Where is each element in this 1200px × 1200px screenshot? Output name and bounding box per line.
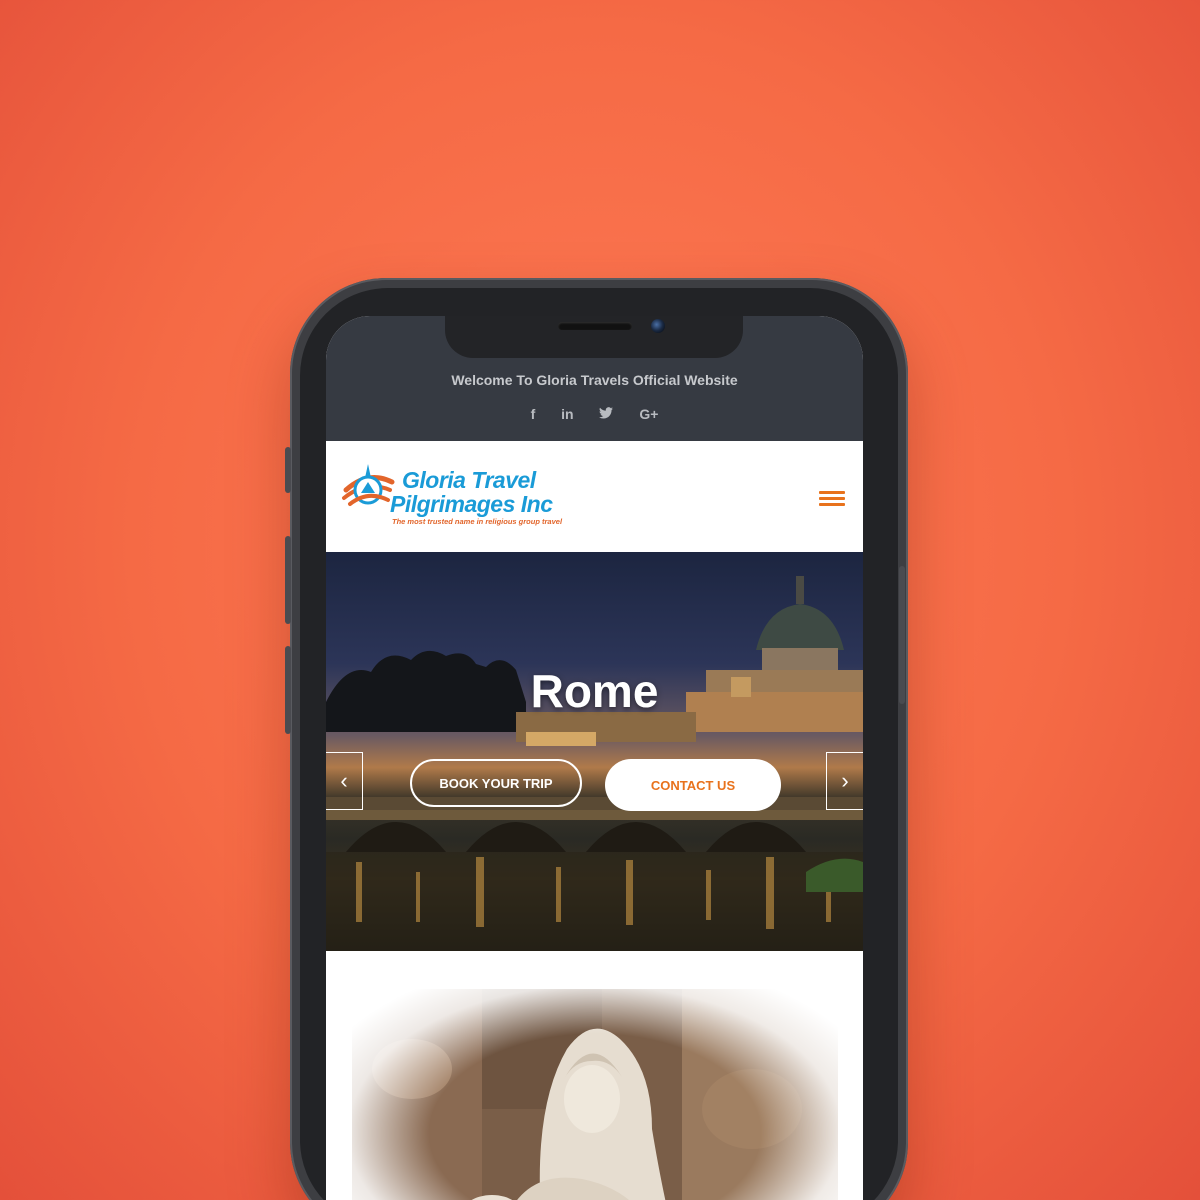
book-your-trip-button[interactable]: BOOK YOUR TRIP [410, 759, 582, 807]
contact-us-button[interactable]: CONTACT US [605, 759, 781, 811]
phone-screen: Welcome To Gloria Travels Official Websi… [326, 316, 863, 1200]
hamburger-bar [819, 503, 845, 506]
facebook-icon[interactable]: f [531, 406, 536, 422]
earpiece-speaker [558, 322, 632, 330]
google-plus-icon[interactable]: G+ [639, 406, 658, 422]
linkedin-icon[interactable]: in [561, 406, 573, 422]
hamburger-bar [819, 497, 845, 500]
volume-up-button [285, 536, 291, 624]
mute-switch [285, 447, 291, 493]
slider-next-button[interactable]: › [826, 752, 863, 810]
logo-text-line1[interactable]: Gloria Travel [402, 467, 536, 494]
logo-globe-icon[interactable] [340, 460, 396, 512]
slider-prev-button[interactable]: ‹ [326, 752, 363, 810]
social-links: f in G+ [326, 406, 863, 422]
twitter-icon[interactable] [599, 406, 614, 422]
pieta-sculpture-image [352, 989, 838, 1200]
site-header: Gloria Travel Pilgrimages Inc The most t… [326, 441, 863, 552]
front-camera [651, 319, 665, 333]
hero-title: Rome [530, 665, 659, 717]
power-button [899, 566, 905, 704]
volume-down-button [285, 646, 291, 734]
image-vignette [352, 989, 838, 1200]
hero-slider: Rome ‹ BOOK YOUR TRIP CONTACT US › [326, 552, 863, 951]
logo-text-line2[interactable]: Pilgrimages Inc [390, 491, 553, 518]
featured-section [326, 951, 863, 1200]
hamburger-bar [819, 491, 845, 494]
hamburger-menu-icon[interactable] [819, 491, 845, 507]
rome-skyline-image [326, 576, 863, 951]
welcome-text: Welcome To Gloria Travels Official Websi… [451, 372, 738, 388]
logo-tagline: The most trusted name in religious group… [392, 517, 563, 526]
